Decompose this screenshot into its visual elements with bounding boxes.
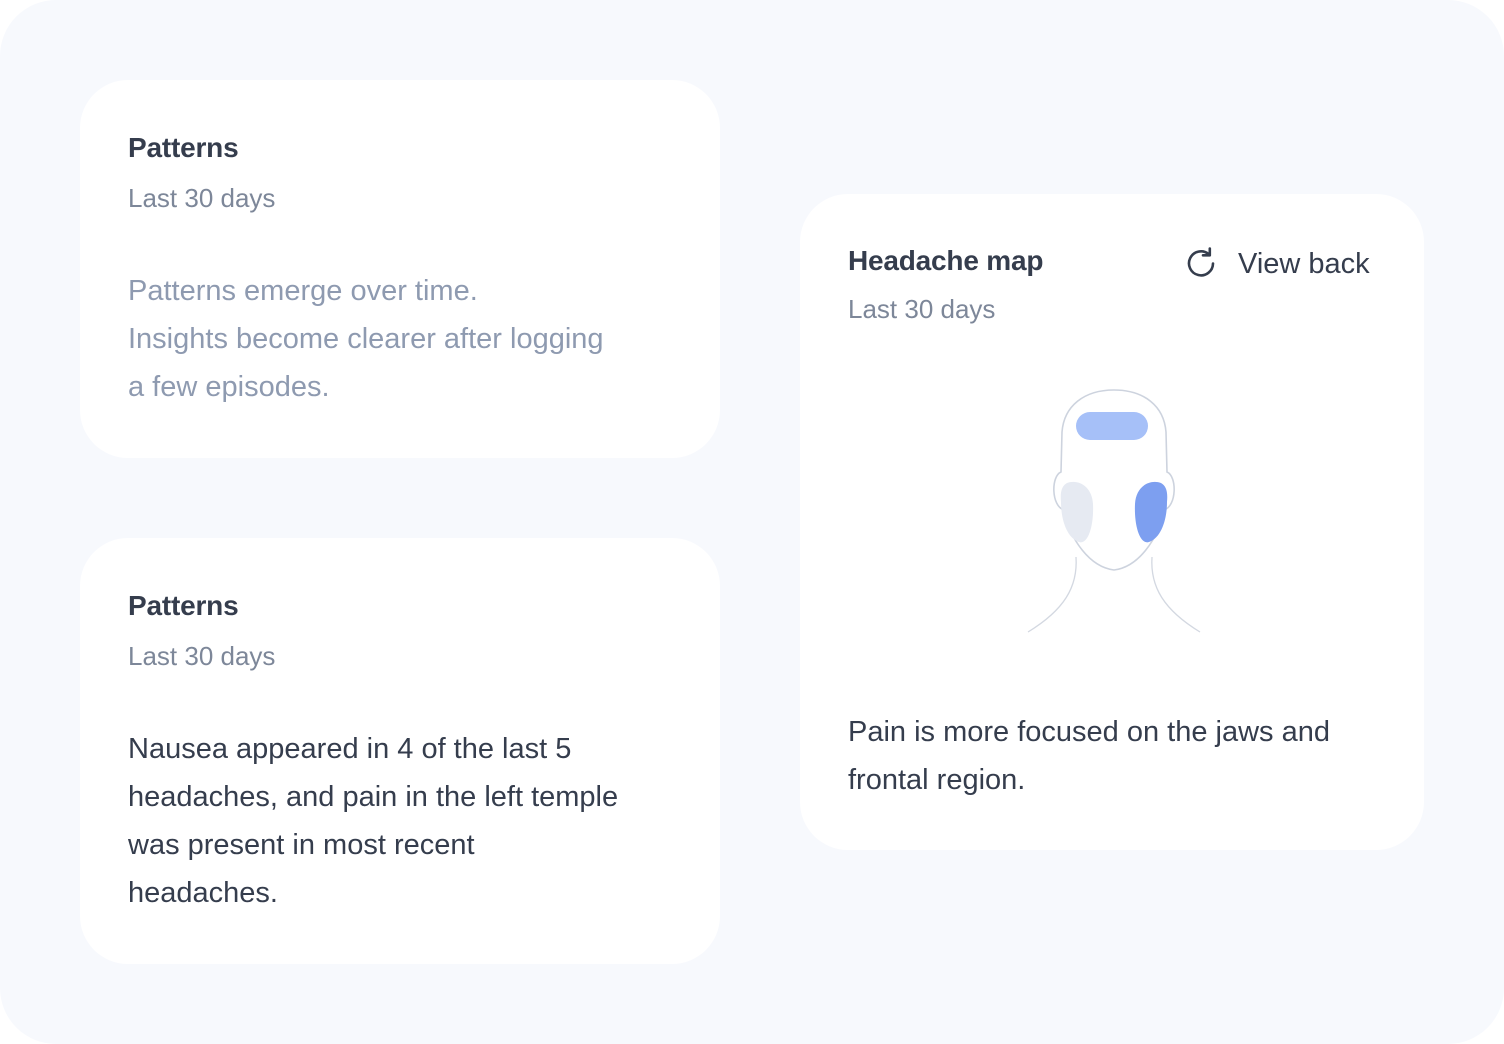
message-line: headaches.	[128, 877, 278, 909]
jaw-region-right	[1134, 481, 1168, 543]
patterns-empty-message: Patterns emerge over time. Insights beco…	[128, 267, 604, 411]
headache-map-summary: Pain is more focused on the jaws and fro…	[848, 708, 1330, 804]
neck-right	[1151, 556, 1201, 633]
card-title: Patterns	[128, 590, 239, 621]
message-line: Patterns emerge over time.	[128, 275, 478, 307]
head-diagram	[1014, 382, 1214, 647]
rotate-icon	[1184, 246, 1220, 282]
view-back-button[interactable]: View back	[1184, 244, 1370, 284]
summary-line: frontal region.	[848, 764, 1026, 796]
card-subtitle: Last 30 days	[128, 641, 276, 671]
jaw-region-left	[1060, 481, 1094, 543]
patterns-insight-message: Nausea appeared in 4 of the last 5 heada…	[128, 725, 618, 917]
message-line: a few episodes.	[128, 371, 330, 403]
card-subtitle: Last 30 days	[848, 294, 996, 324]
patterns-card-empty: Patterns Last 30 days Patterns emerge ov…	[80, 80, 720, 458]
frontal-region	[1076, 412, 1148, 440]
card-title: Headache map	[848, 245, 1044, 276]
message-line: Insights become clearer after logging	[128, 323, 604, 355]
app-background: Patterns Last 30 days Patterns emerge ov…	[0, 0, 1504, 1044]
neck-left	[1027, 556, 1077, 633]
view-back-label: View back	[1238, 247, 1370, 280]
message-line: was present in most recent	[128, 829, 475, 861]
headache-map-card: Headache map Last 30 days View back Pain…	[800, 194, 1424, 850]
patterns-card-insight: Patterns Last 30 days Nausea appeared in…	[80, 538, 720, 964]
card-title: Patterns	[128, 132, 239, 163]
summary-line: Pain is more focused on the jaws and	[848, 716, 1330, 748]
card-subtitle: Last 30 days	[128, 183, 276, 213]
message-line: headaches, and pain in the left temple	[128, 781, 619, 813]
message-line: Nausea appeared in 4 of the last 5	[128, 733, 572, 765]
